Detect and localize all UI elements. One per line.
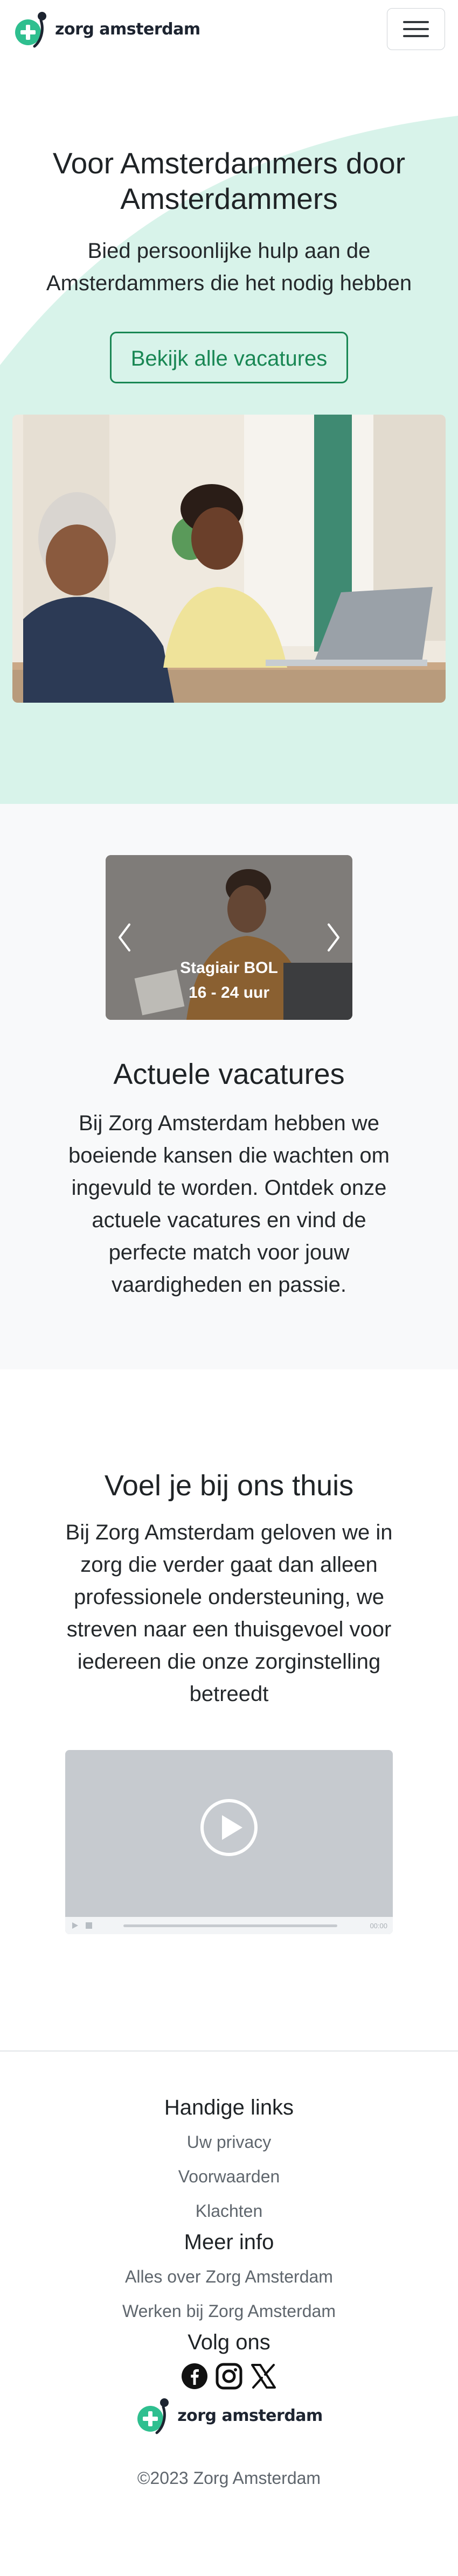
carousel-caption-hours: 16 - 24 uur (188, 984, 270, 1002)
hero-subtitle: Bied persoonlijke hulp aan de Amsterdamm… (46, 239, 412, 295)
footer-link-complaints[interactable]: Klachten (0, 2194, 458, 2228)
facebook-icon (182, 2363, 207, 2389)
footer-link-privacy[interactable]: Uw privacy (0, 2125, 458, 2159)
play-small-icon[interactable] (71, 1921, 79, 1930)
footer-follow-us-title: Volg ons (188, 2330, 270, 2354)
video-player[interactable]: 00:00 (65, 1750, 393, 1934)
chevron-right-icon (328, 923, 339, 951)
footer: Handige links Uw privacy Voorwaarden Kla… (0, 2050, 458, 2575)
facebook-link[interactable] (181, 2363, 208, 2390)
carousel-caption-title: Stagiair BOL (180, 959, 278, 977)
hero-section: Voor Amsterdammers door Amsterdammers Bi… (0, 58, 458, 804)
footer-handy-links: Uw privacy Voorwaarden Klachten (0, 2125, 458, 2228)
footer-link-about[interactable]: Alles over Zorg Amsterdam (0, 2259, 458, 2294)
view-all-vacancies-button[interactable]: Bekijk alle vacatures (109, 332, 349, 383)
navbar-toggler-button[interactable] (387, 8, 445, 50)
play-icon[interactable] (199, 1798, 259, 1857)
vacancies-title: Actuele vacatures (113, 1058, 345, 1090)
stop-icon[interactable] (85, 1921, 93, 1930)
logo-icon (137, 2398, 169, 2434)
footer-brand-logo[interactable]: zorg amsterdam (0, 2395, 458, 2436)
chevron-left-icon (119, 923, 130, 951)
hero-title: Voor Amsterdammers door Amsterdammers (52, 146, 406, 215)
navbar: zorg amsterdam (0, 0, 458, 58)
video-time: 00:00 (370, 1921, 387, 1930)
video-controls: 00:00 (65, 1917, 393, 1934)
vacancies-text: Bij Zorg Amsterdam hebben we boeiende ka… (68, 1111, 390, 1297)
hamburger-menu-icon (403, 21, 429, 23)
copyright: ©2023 Zorg Amsterdam (137, 2468, 321, 2488)
x-icon (251, 2364, 276, 2389)
feel-at-home-text: Bij Zorg Amsterdam geloven we in zorg di… (65, 1521, 393, 1706)
footer-brand-name: zorg amsterdam (177, 2406, 323, 2425)
x-link[interactable] (250, 2363, 277, 2390)
logo-icon (15, 12, 46, 48)
brand-name: zorg amsterdam (55, 19, 200, 39)
footer-more-info-links: Alles over Zorg Amsterdam Werken bij Zor… (0, 2259, 458, 2328)
footer-more-info-title: Meer info (184, 2230, 274, 2254)
instagram-link[interactable] (216, 2363, 242, 2390)
video-progress-track[interactable] (123, 1924, 338, 1927)
vacancies-carousel[interactable]: Stagiair BOL 16 - 24 uur (106, 855, 352, 1020)
carousel-caption: Stagiair BOL 16 - 24 uur (106, 957, 352, 1007)
social-links (0, 2363, 458, 2390)
footer-handy-links-title: Handige links (164, 2096, 294, 2119)
feel-at-home-section: Voel je bij ons thuis Bij Zorg Amsterdam… (0, 1369, 458, 2050)
vacancies-section: Stagiair BOL 16 - 24 uur Actuele vacatur… (0, 804, 458, 1369)
brand-logo-link[interactable]: zorg amsterdam (13, 9, 200, 50)
instagram-icon (216, 2363, 242, 2390)
feel-at-home-title: Voel je bij ons thuis (104, 1469, 354, 1502)
footer-link-terms[interactable]: Voorwaarden (0, 2159, 458, 2194)
hero-photo (12, 415, 446, 703)
footer-link-careers[interactable]: Werken bij Zorg Amsterdam (0, 2294, 458, 2328)
